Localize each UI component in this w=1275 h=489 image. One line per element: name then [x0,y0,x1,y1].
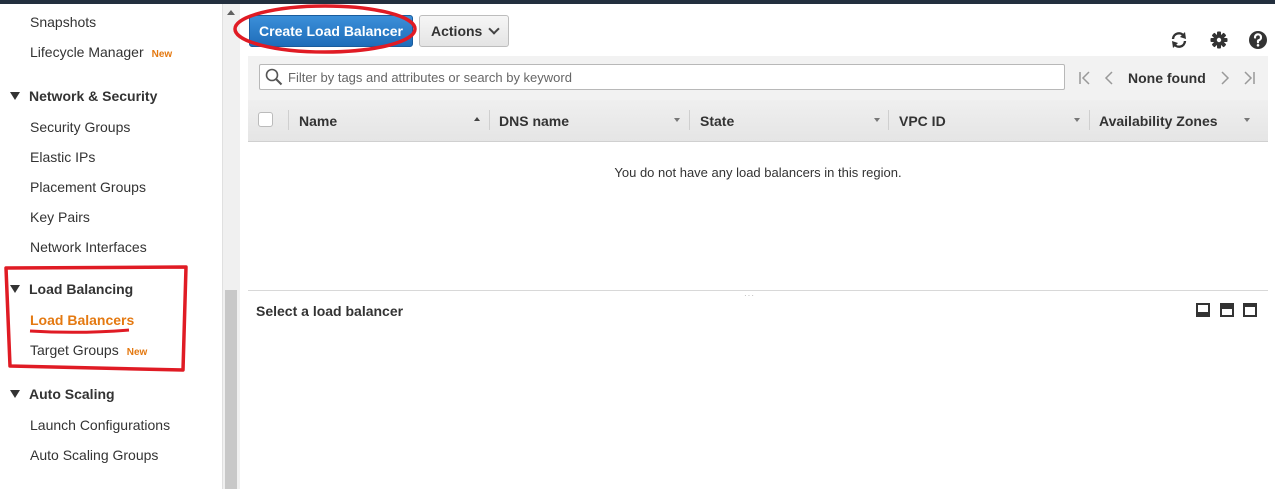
column-header-availability-zones[interactable]: Availability Zones [1099,113,1218,129]
sidebar-scrollbar[interactable] [222,4,240,489]
button-label: Actions [431,23,483,39]
search-input[interactable] [288,68,1048,86]
section-title: Auto Scaling [29,386,115,402]
sidebar-item-auto-scaling-groups[interactable]: Auto Scaling Groups [30,447,158,463]
help-icon[interactable] [1248,30,1268,50]
actions-dropdown-button[interactable]: Actions [419,15,509,47]
pager-status: None found [1128,70,1206,86]
column-divider [689,110,690,130]
pane-split-layout-icon[interactable] [1220,303,1234,317]
previous-page-icon[interactable] [1102,71,1116,85]
sidebar-item-label: Load Balancers [30,312,135,328]
column-divider [1089,110,1090,130]
pane-bottom-layout-icon[interactable] [1196,303,1210,317]
select-all-checkbox[interactable] [258,112,273,127]
sidebar-item-launch-configurations[interactable]: Launch Configurations [30,417,170,433]
sort-caret-icon[interactable] [874,118,880,122]
collapse-triangle-icon [10,390,20,399]
button-label: Create Load Balancer [259,23,403,39]
search-icon [265,68,283,86]
sidebar-item-label: Elastic IPs [30,149,96,165]
sidebar-item-label: Launch Configurations [30,417,171,433]
create-load-balancer-button[interactable]: Create Load Balancer [249,15,413,47]
sidebar-item-label: Security Groups [30,119,131,135]
collapse-triangle-icon [10,285,20,294]
sidebar-item-target-groups[interactable]: Target Groups New [30,342,147,358]
sidebar-item-label: Auto Scaling Groups [30,447,159,463]
column-divider [288,110,289,130]
chevron-down-icon [488,23,501,35]
sidebar-item-security-groups[interactable]: Security Groups [30,119,130,135]
refresh-icon[interactable] [1169,30,1189,50]
sort-caret-icon[interactable] [1074,118,1080,122]
sidebar-section-network-security[interactable]: Network & Security [10,88,157,104]
sidebar-item-label: Snapshots [30,14,97,30]
sidebar-item-label: Placement Groups [30,179,146,195]
column-divider [888,110,889,130]
sort-caret-icon[interactable] [1244,118,1250,122]
column-header-vpc-id[interactable]: VPC ID [899,113,946,129]
gear-icon[interactable] [1209,30,1229,50]
scrollbar-thumb[interactable] [225,290,237,489]
section-title: Network & Security [29,88,158,104]
next-page-icon[interactable] [1218,71,1232,85]
first-page-icon[interactable] [1078,71,1092,85]
sidebar-item-load-balancers[interactable]: Load Balancers [30,312,134,328]
pane-top-layout-icon[interactable] [1243,303,1257,317]
sidebar-item-label: Lifecycle Manager [30,44,144,60]
sidebar-item-lifecycle-manager[interactable]: Lifecycle Manager New [30,44,172,60]
sidebar-section-auto-scaling[interactable]: Auto Scaling [10,386,115,402]
resize-grip-icon[interactable]: ··· [744,292,755,300]
search-box[interactable] [259,64,1065,90]
new-badge: New [151,49,173,60]
sidebar-section-load-balancing[interactable]: Load Balancing [10,281,133,297]
section-title: Load Balancing [29,281,134,297]
collapse-triangle-icon [10,92,20,101]
column-divider [489,110,490,130]
pane-divider[interactable] [248,290,1268,291]
sidebar-item-key-pairs[interactable]: Key Pairs [30,209,90,225]
sidebar-item-network-interfaces[interactable]: Network Interfaces [30,239,147,255]
column-header-state[interactable]: State [700,113,734,129]
sidebar-item-label: Target Groups [30,342,119,358]
sort-caret-icon[interactable] [674,118,680,122]
empty-table-message: You do not have any load balancers in th… [614,165,902,180]
sidebar-item-label: Network Interfaces [30,239,147,255]
column-header-name[interactable]: Name [299,113,337,129]
sidebar-item-snapshots[interactable]: Snapshots [30,14,96,30]
sort-ascending-icon[interactable] [474,117,480,121]
sidebar-item-placement-groups[interactable]: Placement Groups [30,179,146,195]
scroll-up-arrow-icon[interactable] [227,10,235,15]
details-pane-title: Select a load balancer [256,303,404,319]
column-header-dns-name[interactable]: DNS name [499,113,569,129]
sidebar-item-label: Key Pairs [30,209,90,225]
last-page-icon[interactable] [1242,71,1256,85]
sidebar-nav: Snapshots Lifecycle Manager New Network &… [0,4,222,489]
new-badge: New [126,347,148,358]
sidebar-item-elastic-ips[interactable]: Elastic IPs [30,149,95,165]
